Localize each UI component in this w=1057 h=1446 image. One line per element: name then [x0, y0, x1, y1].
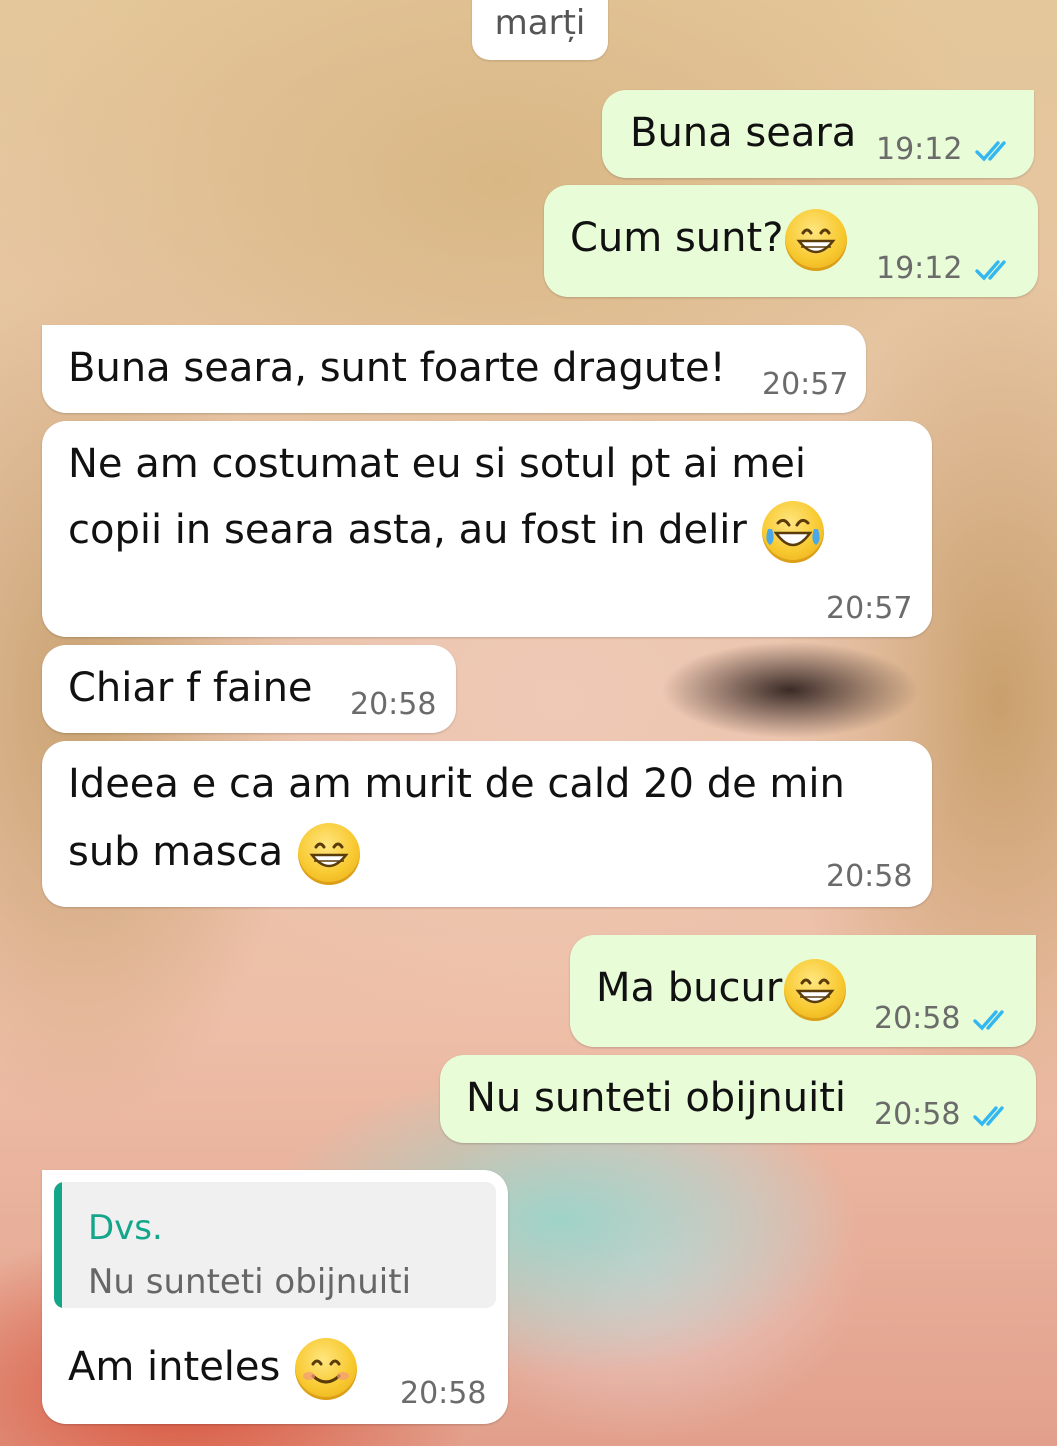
message-incoming[interactable]: Ne am costumat eu si sotul pt ai mei cop… [42, 421, 932, 637]
message-text-line: sub masca [68, 819, 360, 885]
message-time: 20:58 [350, 687, 437, 722]
message-text-line: Ne am costumat eu si sotul pt ai mei [68, 441, 806, 487]
message-text: Ma bucur [596, 955, 847, 1021]
grinning-face-icon [784, 959, 847, 1021]
message-text: Cum sunt? [570, 205, 848, 271]
message-time: 19:12 [876, 132, 963, 167]
message-text: Chiar f faine [68, 665, 313, 711]
message-text: Buna seara, sunt foarte dragute! [68, 345, 726, 391]
quoted-text: Nu sunteti obijnuiti [88, 1262, 412, 1302]
message-time: 20:57 [762, 367, 849, 402]
message-time: 20:58 [874, 1001, 961, 1036]
message-incoming[interactable]: Chiar f faine 20:58 [42, 645, 456, 733]
quote-accent-bar [54, 1182, 62, 1308]
message-text: Buna seara [630, 110, 857, 156]
message-text: Am inteles [68, 1334, 358, 1400]
message-time: 20:57 [826, 591, 913, 626]
date-separator: marți [472, 0, 608, 60]
quoted-author: Dvs. [88, 1208, 163, 1248]
message-outgoing[interactable]: Ma bucur 20:58 [570, 935, 1036, 1047]
message-time: 19:12 [876, 251, 963, 286]
message-time: 20:58 [400, 1376, 487, 1411]
grinning-face-icon [785, 209, 848, 271]
read-receipt-icon [975, 260, 1006, 281]
message-incoming[interactable]: Ideea e ca am murit de cald 20 de min su… [42, 741, 932, 907]
message-incoming-reply[interactable]: Dvs. Nu sunteti obijnuiti Am inteles 20:… [42, 1170, 508, 1424]
message-text-line: copii in seara asta, au fost in delir [68, 497, 824, 563]
message-text-line: Ideea e ca am murit de cald 20 de min [68, 761, 845, 807]
smiling-face-icon [295, 1338, 358, 1400]
message-incoming[interactable]: Buna seara, sunt foarte dragute! 20:57 [42, 325, 866, 413]
read-receipt-icon [973, 1106, 1004, 1127]
quoted-message[interactable]: Dvs. Nu sunteti obijnuiti [54, 1182, 496, 1308]
message-outgoing[interactable]: Nu sunteti obijnuiti 20:58 [440, 1055, 1036, 1143]
read-receipt-icon [973, 1010, 1004, 1031]
read-receipt-icon [975, 141, 1006, 162]
grinning-face-icon [297, 823, 360, 885]
message-time: 20:58 [826, 859, 913, 894]
message-text: Nu sunteti obijnuiti [466, 1075, 847, 1121]
message-outgoing[interactable]: Buna seara 19:12 [602, 90, 1034, 178]
tears-of-joy-icon [761, 501, 824, 563]
message-outgoing[interactable]: Cum sunt? 19:12 [544, 185, 1038, 297]
message-time: 20:58 [874, 1097, 961, 1132]
